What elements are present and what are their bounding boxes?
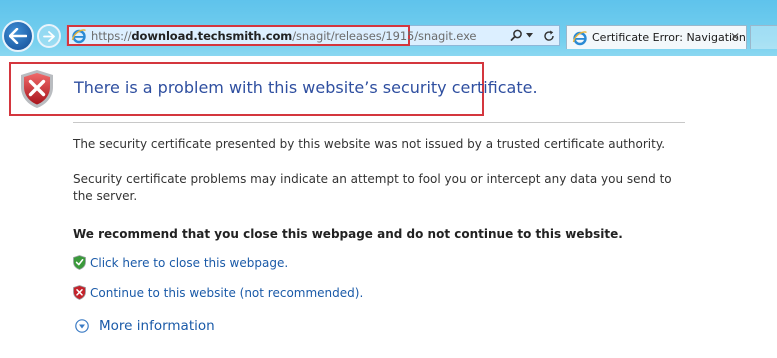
more-information-label[interactable]: More information (99, 318, 215, 334)
tab-certificate-error[interactable]: Certificate Error: Navigation... ✕ (566, 25, 747, 49)
url-path: /snagit/releases/1915/snagit.exe (292, 28, 477, 43)
tab-close-icon[interactable]: ✕ (730, 31, 740, 43)
search-icon[interactable] (510, 29, 523, 42)
new-tab-button[interactable] (750, 25, 777, 49)
browser-toolbar: https://download.techsmith.com/snagit/re… (0, 0, 777, 56)
address-url-highlight[interactable]: https://download.techsmith.com/snagit/re… (67, 25, 477, 46)
divider (73, 122, 685, 123)
more-information-toggle[interactable]: More information (75, 318, 215, 334)
risk-explanation-text: Security certificate problems may indica… (73, 172, 672, 203)
url-host: download.techsmith.com (131, 28, 293, 43)
chevron-down-icon[interactable] (526, 33, 533, 38)
tab-title: Certificate Error: Navigation... (592, 31, 746, 44)
url-scheme: https:// (91, 28, 132, 43)
address-bar[interactable]: https://download.techsmith.com/snagit/re… (66, 25, 560, 46)
recommendation-text: We recommend that you close this webpage… (73, 227, 623, 241)
ie-logo-icon (71, 28, 87, 44)
continue-link[interactable]: Continue to this website (not recommende… (90, 286, 363, 300)
refresh-icon[interactable] (543, 30, 555, 42)
forward-arrow-icon (43, 30, 55, 42)
close-webpage-row[interactable]: Click here to close this webpage. (73, 255, 288, 270)
back-arrow-icon (9, 28, 27, 44)
red-shield-x-icon (19, 69, 55, 109)
title-highlight: There is a problem with this website’s s… (9, 62, 538, 116)
ie-logo-icon (572, 30, 588, 46)
error-page: There is a problem with this website’s s… (0, 56, 777, 358)
red-shield-x-icon (73, 285, 86, 300)
continue-row[interactable]: Continue to this website (not recommende… (73, 285, 363, 300)
back-button[interactable] (2, 20, 34, 52)
page-title: There is a problem with this website’s s… (74, 78, 538, 97)
url-text: https://download.techsmith.com/snagit/re… (91, 28, 477, 43)
forward-button[interactable] (37, 24, 61, 48)
address-tools (510, 27, 555, 44)
green-shield-check-icon (73, 255, 86, 270)
chevron-down-circle-icon (75, 319, 89, 333)
close-webpage-link[interactable]: Click here to close this webpage. (90, 256, 288, 270)
browser-window: https://download.techsmith.com/snagit/re… (0, 0, 777, 358)
trust-explanation-text: The security certificate presented by th… (73, 137, 666, 151)
